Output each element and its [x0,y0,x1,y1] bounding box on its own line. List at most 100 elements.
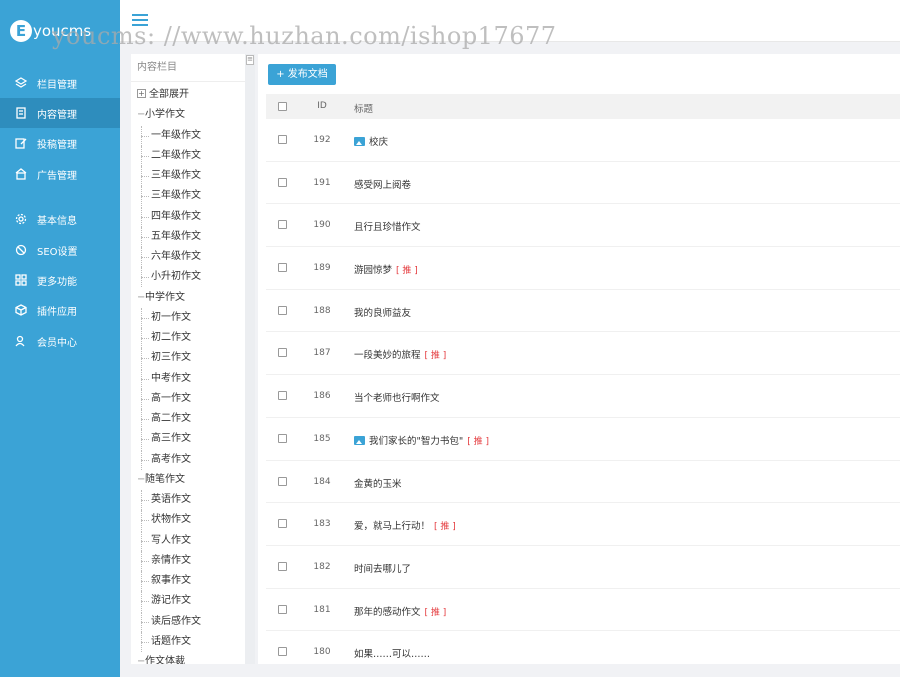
row-title: 游园惊梦 [ 推 ] [354,262,418,276]
tree-group-label: 随笔作文 [145,473,185,485]
tree-item[interactable]: 六年级作文 [141,247,201,267]
sidebar-item-4[interactable]: 基本信息 [0,204,120,234]
sidebar-item-2[interactable]: 投稿管理 [0,128,120,158]
article-title[interactable]: 爱，就马上行动！ [354,521,430,532]
tree-item[interactable]: 话题作文 [141,631,191,652]
logo[interactable]: E youcms [0,0,120,62]
table-row: 186 当个老师也行啊作文 [266,375,900,418]
tree-item[interactable]: 二年级作文 [141,145,201,166]
tree-leaf-label: 三年级作文 [151,190,201,202]
row-title: 那年的感动作文[ 推 ] [354,604,446,618]
row-id: 182 [313,561,331,572]
row-checkbox[interactable] [278,263,287,273]
publish-article-button[interactable]: + 发布文档 [268,64,336,85]
row-checkbox[interactable] [278,348,287,358]
row-title: 一段美妙的旅程[ 推 ] [354,347,446,361]
article-title[interactable]: 我们家长的"智力书包" [369,436,463,447]
collapse-icon[interactable]: − [137,105,145,125]
sidebar: E youcms 栏目管理 内容管理 投稿管理 广告管理基本信息 SEO设置 更多功能 插件… [0,0,120,677]
article-title[interactable]: 且行且珍惜作文 [354,222,421,233]
tree-item[interactable]: 游记作文 [141,591,191,612]
tree-item[interactable]: 高考作文 [141,449,191,470]
row-checkbox[interactable] [278,433,287,443]
article-title[interactable]: 金黄的玉米 [354,479,402,490]
tree-item[interactable]: 一年级作文 [141,125,201,146]
tree-item[interactable]: 初三作文 [141,348,191,369]
article-title[interactable]: 一段美妙的旅程 [354,350,421,361]
tree-item[interactable]: 高二作文 [141,409,191,429]
tree-item[interactable]: 状物作文 [141,510,191,531]
logo-text: youcms [33,22,92,40]
select-all-checkbox[interactable] [278,102,287,111]
row-checkbox[interactable] [278,476,287,486]
sidebar-item-7[interactable]: 插件应用 [0,295,120,325]
article-title[interactable]: 我的良师益友 [354,308,411,319]
tree-item[interactable]: 初二作文 [141,328,191,348]
row-checkbox[interactable] [278,604,287,614]
tree-expand-all[interactable]: + 全部展开 [137,85,189,105]
row-checkbox[interactable] [278,177,287,187]
articles-table: ID 标题 192 校庆 191 感受网上阅卷 190 且行且珍惜作文 189 游园惊梦 [ 推… [266,94,900,674]
expand-toggle-icon[interactable]: + [137,88,146,98]
row-id: 185 [313,433,331,444]
tree-leaf-label: 初一作文 [151,311,191,323]
table-row: 188 我的良师益友 [266,290,900,333]
tree-item[interactable]: 叙事作文 [141,571,191,591]
tree-item[interactable]: 四年级作文 [141,206,201,227]
tree-leaf-label: 写人作文 [151,534,191,546]
tree-item[interactable]: 中考作文 [141,368,191,389]
tree-item[interactable]: 五年级作文 [141,226,201,247]
tree-item[interactable]: 读后感作文 [141,611,201,632]
sidebar-item-6[interactable]: 更多功能 [0,265,120,295]
article-title[interactable]: 如果……可以…… [354,649,430,660]
tree-leaf-label: 高考作文 [151,453,191,465]
tree-item[interactable]: 初一作文 [141,307,191,328]
tree-leaf-label: 高二作文 [151,413,191,424]
tree-item[interactable]: 小升初作文 [141,267,201,288]
tree-item[interactable]: 写人作文 [141,530,191,551]
tree-item[interactable]: 三年级作文 [141,186,201,207]
collapse-icon[interactable]: − [137,288,145,308]
tree-leaf-label: 中考作文 [151,372,191,384]
tree-group[interactable]: −作文体裁 [137,652,185,664]
tree-leaf-label: 状物作文 [151,514,191,526]
category-tree: 内容栏目 + 全部展开 −小学作文 一年级作文 二年级作文 三年级作文 三年级作文 四年级作文… [131,54,245,664]
sidebar-item-1[interactable]: 内容管理 [0,98,120,128]
tree-group[interactable]: −随笔作文 [137,470,185,490]
sidebar-item-8[interactable]: 会员中心 [0,326,120,356]
sidebar-item-label: 会员中心 [37,337,77,349]
row-checkbox[interactable] [278,220,287,230]
row-checkbox[interactable] [278,305,287,315]
row-checkbox[interactable] [278,561,287,571]
collapse-icon[interactable]: − [137,652,145,664]
tree-leaf-label: 高一作文 [151,392,191,404]
sidebar-item-label: 基本信息 [37,215,77,227]
tree-group[interactable]: −小学作文 [137,105,185,125]
recommend-tag: [ 推 ] [434,522,456,533]
row-checkbox[interactable] [278,519,287,529]
sidebar-item-0[interactable]: 栏目管理 [0,68,120,98]
tree-leaf-label: 一年级作文 [151,129,201,141]
row-checkbox[interactable] [278,391,287,401]
article-title[interactable]: 感受网上阅卷 [354,180,411,191]
collapse-icon[interactable]: − [137,470,145,490]
row-checkbox[interactable] [278,647,287,657]
menu-toggle-icon[interactable] [132,14,148,28]
tree-item[interactable]: 三年级作文 [141,166,201,186]
sidebar-item-5[interactable]: SEO设置 [0,235,120,265]
tree-scrollbar[interactable]: ≡ [245,54,255,664]
row-checkbox[interactable] [278,135,287,144]
tree-group[interactable]: −中学作文 [137,288,185,308]
tree-item[interactable]: 亲情作文 [141,550,191,571]
sidebar-item-3[interactable]: 广告管理 [0,159,120,189]
article-title[interactable]: 时间去哪儿了 [354,564,411,575]
tree-item[interactable]: 高三作文 [141,429,191,450]
collapse-panel-icon[interactable]: ≡ [246,55,254,65]
tree-item[interactable]: 英语作文 [141,490,191,510]
article-title[interactable]: 游园惊梦 [354,265,392,276]
article-title[interactable]: 当个老师也行啊作文 [354,393,440,404]
tree-title: 内容栏目 [131,54,245,82]
article-title[interactable]: 校庆 [369,137,388,148]
tree-item[interactable]: 高一作文 [141,388,191,409]
article-title[interactable]: 那年的感动作文 [354,607,421,618]
